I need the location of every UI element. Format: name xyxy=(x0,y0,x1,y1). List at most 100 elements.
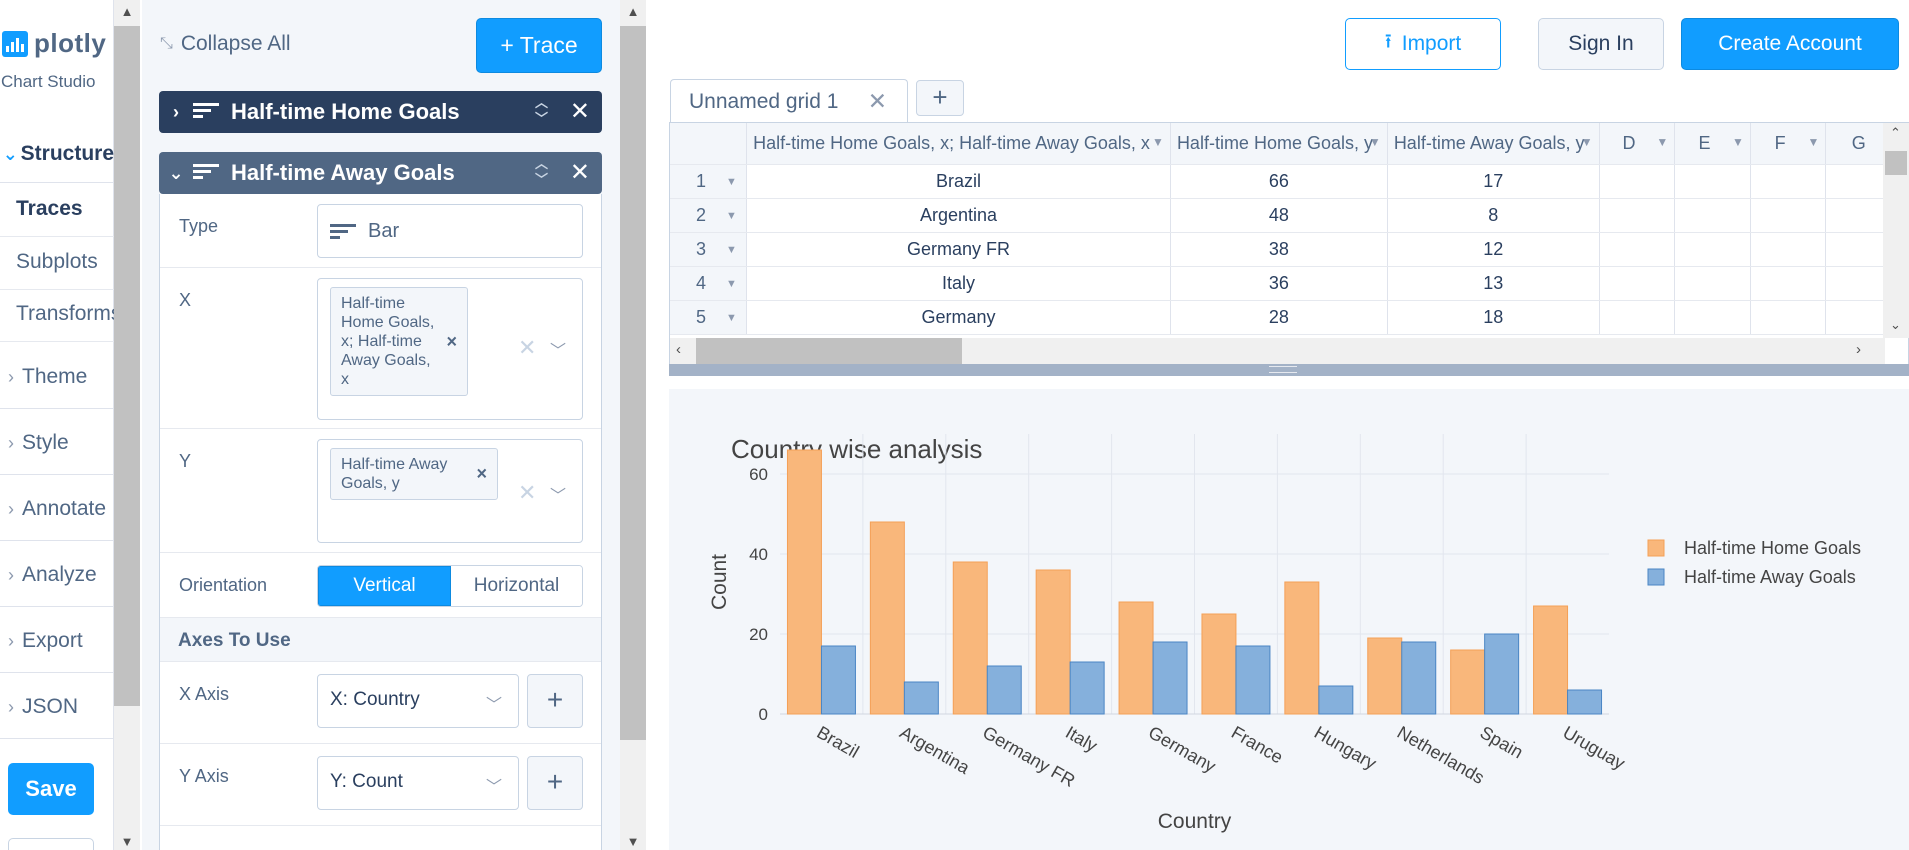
scroll-left-icon[interactable]: ‹ xyxy=(676,341,681,358)
scroll-down-icon[interactable]: ⌄ xyxy=(1890,317,1901,333)
grid-tab[interactable]: Unnamed grid 1 ✕ xyxy=(670,79,908,123)
remove-tag-icon[interactable]: × xyxy=(446,332,457,351)
import-button[interactable]: ⭱ Import xyxy=(1345,18,1501,70)
grid-cell[interactable]: 38 xyxy=(1170,232,1388,267)
scrollbar-thumb[interactable] xyxy=(114,26,140,706)
column-header[interactable]: Half-time Away Goals, y ▼ xyxy=(1387,123,1600,165)
grid-cell[interactable] xyxy=(1674,232,1751,267)
grid-cell[interactable]: Germany xyxy=(746,300,1171,335)
grid-cell[interactable] xyxy=(1750,198,1827,233)
grid-cell[interactable] xyxy=(1674,164,1751,199)
row-number[interactable]: 4 ▼ xyxy=(670,266,748,301)
grid-vertical-scrollbar[interactable]: ⌃ ⌄ xyxy=(1883,123,1909,338)
row-menu-icon[interactable]: ▼ xyxy=(726,278,737,290)
x-data-select[interactable]: Half-time Home Goals, x; Half-time Away … xyxy=(317,278,583,420)
reorder-icon[interactable]: ︿ ﹀ xyxy=(535,95,548,127)
scroll-up-icon[interactable]: ▲ xyxy=(620,4,646,19)
grid-horizontal-scrollbar[interactable]: ‹ › xyxy=(670,338,1885,364)
grid-cell[interactable] xyxy=(1750,300,1827,335)
column-menu-icon[interactable]: ▼ xyxy=(1581,135,1593,149)
column-menu-icon[interactable]: ▼ xyxy=(1656,135,1668,149)
scroll-up-icon[interactable]: ⌃ xyxy=(1890,125,1901,141)
row-menu-icon[interactable]: ▼ xyxy=(726,312,737,324)
grid-cell[interactable]: 12 xyxy=(1387,232,1600,267)
grid-cell[interactable] xyxy=(1599,300,1676,335)
row-menu-icon[interactable]: ▼ xyxy=(726,176,737,188)
close-icon[interactable]: ✕ xyxy=(868,88,887,115)
x-axis-select[interactable]: X: Country ﹀ xyxy=(317,674,519,728)
plotly-logo[interactable]: plotly xyxy=(2,28,106,59)
close-icon[interactable]: ✕ xyxy=(570,97,590,126)
grid-cell[interactable]: 13 xyxy=(1387,266,1600,301)
grid-cell[interactable]: Brazil xyxy=(746,164,1171,199)
scroll-up-icon[interactable]: ▲ xyxy=(114,4,140,19)
remove-tag-icon[interactable]: × xyxy=(476,464,487,484)
close-icon[interactable]: ✕ xyxy=(570,158,590,187)
add-trace-button[interactable]: + Trace xyxy=(476,18,602,73)
row-menu-icon[interactable]: ▼ xyxy=(726,244,737,256)
orientation-horizontal[interactable]: Horizontal xyxy=(451,566,582,606)
grid-cell[interactable]: Italy xyxy=(746,266,1171,301)
grid-cell[interactable]: 48 xyxy=(1170,198,1388,233)
column-header[interactable]: Half-time Home Goals, y ▼ xyxy=(1170,123,1388,165)
nav-item-transforms[interactable]: Transforms xyxy=(0,302,114,342)
grid-cell[interactable] xyxy=(1599,164,1676,199)
row-number[interactable]: 5 ▼ xyxy=(670,300,748,335)
grid-cell[interactable] xyxy=(1750,164,1827,199)
grid-cell[interactable]: 8 xyxy=(1387,198,1600,233)
grid-cell[interactable] xyxy=(1750,266,1827,301)
row-number[interactable]: 1 ▼ xyxy=(670,164,748,199)
orientation-vertical[interactable]: Vertical xyxy=(318,566,451,606)
add-y-axis-button[interactable]: + xyxy=(527,756,583,810)
create-account-button[interactable]: Create Account xyxy=(1681,18,1899,70)
grid-cell[interactable]: Argentina xyxy=(746,198,1171,233)
column-menu-icon[interactable]: ▼ xyxy=(1732,135,1744,149)
grid-cell[interactable] xyxy=(1599,232,1676,267)
nav-item-subplots[interactable]: Subplots xyxy=(0,250,114,290)
chevron-down-icon[interactable]: ﹀ xyxy=(550,337,566,361)
trace-fold-away[interactable]: ⌄ Half-time Away Goals ︿ ﹀ ✕ xyxy=(159,152,602,194)
column-header[interactable]: D ▼ xyxy=(1599,123,1676,165)
grid-cell[interactable]: 28 xyxy=(1170,300,1388,335)
nav-item-traces[interactable]: Traces xyxy=(0,197,114,237)
nav-analyze[interactable]: › Analyze xyxy=(0,560,114,590)
bar-chart[interactable]: 0 20 40 60 Brazil Argentina Germany FRItaly Ger… xyxy=(669,389,1909,850)
scrollbar-thumb[interactable] xyxy=(696,338,962,364)
column-header[interactable]: E ▼ xyxy=(1674,123,1751,165)
pane-splitter[interactable] xyxy=(669,364,1909,376)
column-menu-icon[interactable]: ▼ xyxy=(1369,135,1381,149)
nav-style[interactable]: › Style xyxy=(0,428,114,458)
grid-cell[interactable]: Germany FR xyxy=(746,232,1171,267)
add-x-axis-button[interactable]: + xyxy=(527,674,583,728)
y-data-select[interactable]: Half-time Away Goals, y × ✕ ﹀ xyxy=(317,439,583,543)
column-menu-icon[interactable]: ▼ xyxy=(1152,135,1164,149)
collapse-all-button[interactable]: ⤡ Collapse All xyxy=(160,32,291,56)
grid-cell[interactable] xyxy=(1750,232,1827,267)
scrollbar-thumb[interactable] xyxy=(1885,151,1907,175)
row-number[interactable]: 3 ▼ xyxy=(670,232,748,267)
grid-cell[interactable] xyxy=(1674,266,1751,301)
grid-cell[interactable] xyxy=(1674,198,1751,233)
scroll-right-icon[interactable]: › xyxy=(1856,341,1861,358)
drag-handle-icon[interactable] xyxy=(1269,366,1297,373)
chevron-down-icon[interactable]: ﹀ xyxy=(550,482,566,506)
scroll-down-icon[interactable]: ▼ xyxy=(620,834,646,849)
clear-icon[interactable]: ✕ xyxy=(518,335,536,361)
column-menu-icon[interactable]: ▼ xyxy=(1808,135,1820,149)
y-axis-select[interactable]: Y: Count ﹀ xyxy=(317,756,519,810)
scroll-down-icon[interactable]: ▼ xyxy=(114,834,140,849)
clear-icon[interactable]: ✕ xyxy=(518,480,536,506)
row-menu-icon[interactable]: ▼ xyxy=(726,210,737,222)
grid-cell[interactable] xyxy=(1599,266,1676,301)
nav-scrollbar[interactable]: ▲ ▼ xyxy=(114,0,140,850)
trace-fold-home[interactable]: › Half-time Home Goals ︿ ﹀ ✕ xyxy=(159,91,602,133)
nav-theme[interactable]: › Theme xyxy=(0,362,114,392)
grid-cell[interactable]: 36 xyxy=(1170,266,1388,301)
nav-json[interactable]: › JSON xyxy=(0,692,114,722)
column-header[interactable]: F ▼ xyxy=(1750,123,1827,165)
column-header[interactable]: Half-time Home Goals, x; Half-time Away … xyxy=(746,123,1171,165)
grid-cell[interactable] xyxy=(1674,300,1751,335)
grid-cell[interactable]: 18 xyxy=(1387,300,1600,335)
reorder-icon[interactable]: ︿ ﹀ xyxy=(535,156,548,188)
row-number[interactable]: 2 ▼ xyxy=(670,198,748,233)
